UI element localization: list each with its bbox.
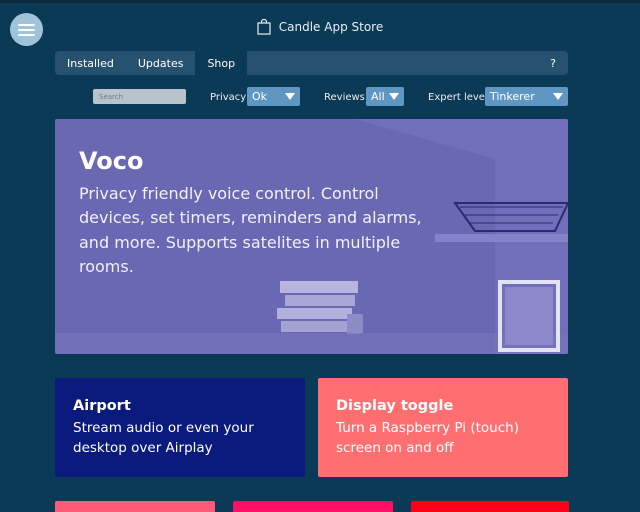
addon-card-display-toggle[interactable]: Display toggle Turn a Raspberry Pi (touc… <box>318 378 568 477</box>
addon-card[interactable] <box>233 501 393 512</box>
addon-card[interactable] <box>55 501 215 512</box>
addon-card-description: Stream audio or even your desktop over A… <box>73 420 254 456</box>
help-button[interactable]: ? <box>538 51 568 75</box>
expert-level-value: Tinkerer <box>490 90 535 103</box>
addon-card-title: Display toggle <box>336 398 454 414</box>
app-title: Candle App Store <box>278 20 384 34</box>
reviews-label: Reviews <box>324 92 365 103</box>
expert-level-select[interactable]: Tinkerer <box>485 87 568 106</box>
featured-description: Privacy friendly voice control. Control … <box>79 184 422 276</box>
featured-addon-banner[interactable]: Voco Privacy friendly voice control. Con… <box>55 119 568 354</box>
addon-card-title: Airport <box>73 398 131 414</box>
addon-card-description: Turn a Raspberry Pi (touch) screen on an… <box>336 420 519 456</box>
tab-updates[interactable]: Updates <box>126 51 196 75</box>
filter-bar: Privacy Ok Reviews All Expert level Tink… <box>0 87 640 107</box>
expert-level-label: Expert level <box>428 92 488 103</box>
tab-bar: Installed Updates Shop ? <box>55 51 568 75</box>
addon-card[interactable] <box>411 501 569 512</box>
shopping-bag-icon <box>257 19 271 35</box>
tab-installed[interactable]: Installed <box>55 51 126 75</box>
chevron-down-icon <box>285 93 295 100</box>
privacy-select[interactable]: Ok <box>247 87 300 106</box>
reviews-select[interactable]: All <box>366 87 404 106</box>
featured-title: Voco <box>79 147 144 175</box>
reviews-value: All <box>371 90 385 103</box>
app-header: Candle App Store <box>0 17 640 37</box>
chevron-down-icon <box>553 93 563 100</box>
top-edge <box>0 0 640 3</box>
addon-card-airport[interactable]: Airport Stream audio or even your deskto… <box>55 378 305 477</box>
tab-shop[interactable]: Shop <box>195 51 248 75</box>
chevron-down-icon <box>389 93 399 100</box>
privacy-label: Privacy <box>210 92 247 103</box>
search-input[interactable] <box>93 89 186 104</box>
privacy-value: Ok <box>252 90 268 103</box>
